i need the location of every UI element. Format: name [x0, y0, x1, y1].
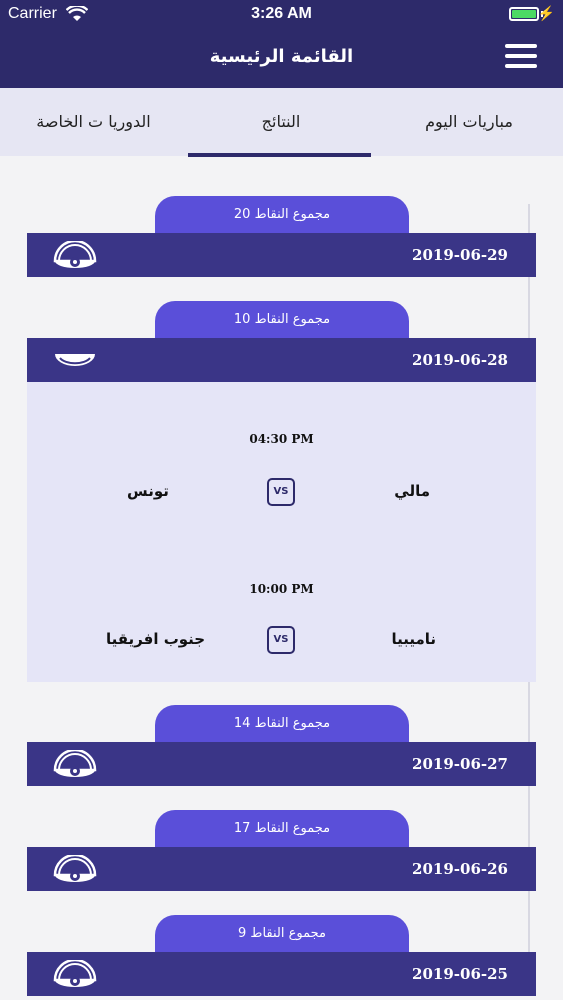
- match-date: 2019-06-29: [412, 246, 508, 264]
- match-time: 10:00 PM: [249, 582, 314, 596]
- points-total-pill: مجموع النقاط 9: [155, 915, 409, 955]
- eye-icon[interactable]: [53, 241, 97, 269]
- eye-icon[interactable]: [53, 750, 97, 778]
- tab-todays-matches[interactable]: مباريات اليوم: [375, 88, 563, 156]
- eye-closed-icon[interactable]: [53, 346, 97, 374]
- date-row[interactable]: 2019-06-29: [27, 233, 536, 277]
- tab-private-leagues[interactable]: الدوريا ت الخاصة: [0, 88, 187, 156]
- points-total-pill: مجموع النقاط 14: [155, 705, 409, 745]
- points-total-pill: مجموع النقاط 20: [155, 196, 409, 236]
- clock: 3:26 AM: [251, 5, 312, 22]
- home-team: ناميبيا: [391, 630, 436, 648]
- status-bar: Carrier 3:26 AM ⚡: [0, 0, 563, 30]
- match-date: 2019-06-26: [412, 860, 508, 878]
- tab-results[interactable]: النتائج: [187, 88, 375, 156]
- match-date: 2019-06-28: [412, 351, 508, 369]
- match-date: 2019-06-27: [412, 755, 508, 773]
- date-row[interactable]: 2019-06-28: [27, 338, 536, 382]
- eye-icon[interactable]: [53, 960, 97, 988]
- points-total-pill: مجموع النقاط 10: [155, 301, 409, 341]
- match-date: 2019-06-25: [412, 965, 508, 983]
- away-team: تونس: [127, 482, 169, 500]
- eye-icon[interactable]: [53, 855, 97, 883]
- page-title: القائمة الرئيسية: [209, 46, 354, 67]
- tab-bar: مباريات اليوم النتائج الدوريا ت الخاصة: [0, 88, 563, 156]
- match-time: 04:30 PM: [249, 432, 314, 446]
- vs-badge: VS: [267, 478, 295, 506]
- battery-icon: [509, 7, 539, 21]
- charging-icon: ⚡: [537, 5, 555, 21]
- points-total-pill: مجموع النقاط 17: [155, 810, 409, 850]
- results-list[interactable]: مجموع النقاط 20 2019-06-29 مجموع النقاط …: [0, 156, 563, 1000]
- vs-badge: VS: [267, 626, 295, 654]
- matches-panel: 04:30 PM مالي VS تونس 10:00 PM ناميبيا V…: [27, 382, 536, 682]
- home-team: مالي: [394, 482, 430, 500]
- hamburger-menu-icon[interactable]: [505, 44, 537, 70]
- date-row[interactable]: 2019-06-27: [27, 742, 536, 786]
- date-row[interactable]: 2019-06-26: [27, 847, 536, 891]
- app-header: Carrier 3:26 AM ⚡ القائمة الرئيسية: [0, 0, 563, 88]
- away-team: جنوب افريقيا: [106, 630, 206, 648]
- date-row[interactable]: 2019-06-25: [27, 952, 536, 996]
